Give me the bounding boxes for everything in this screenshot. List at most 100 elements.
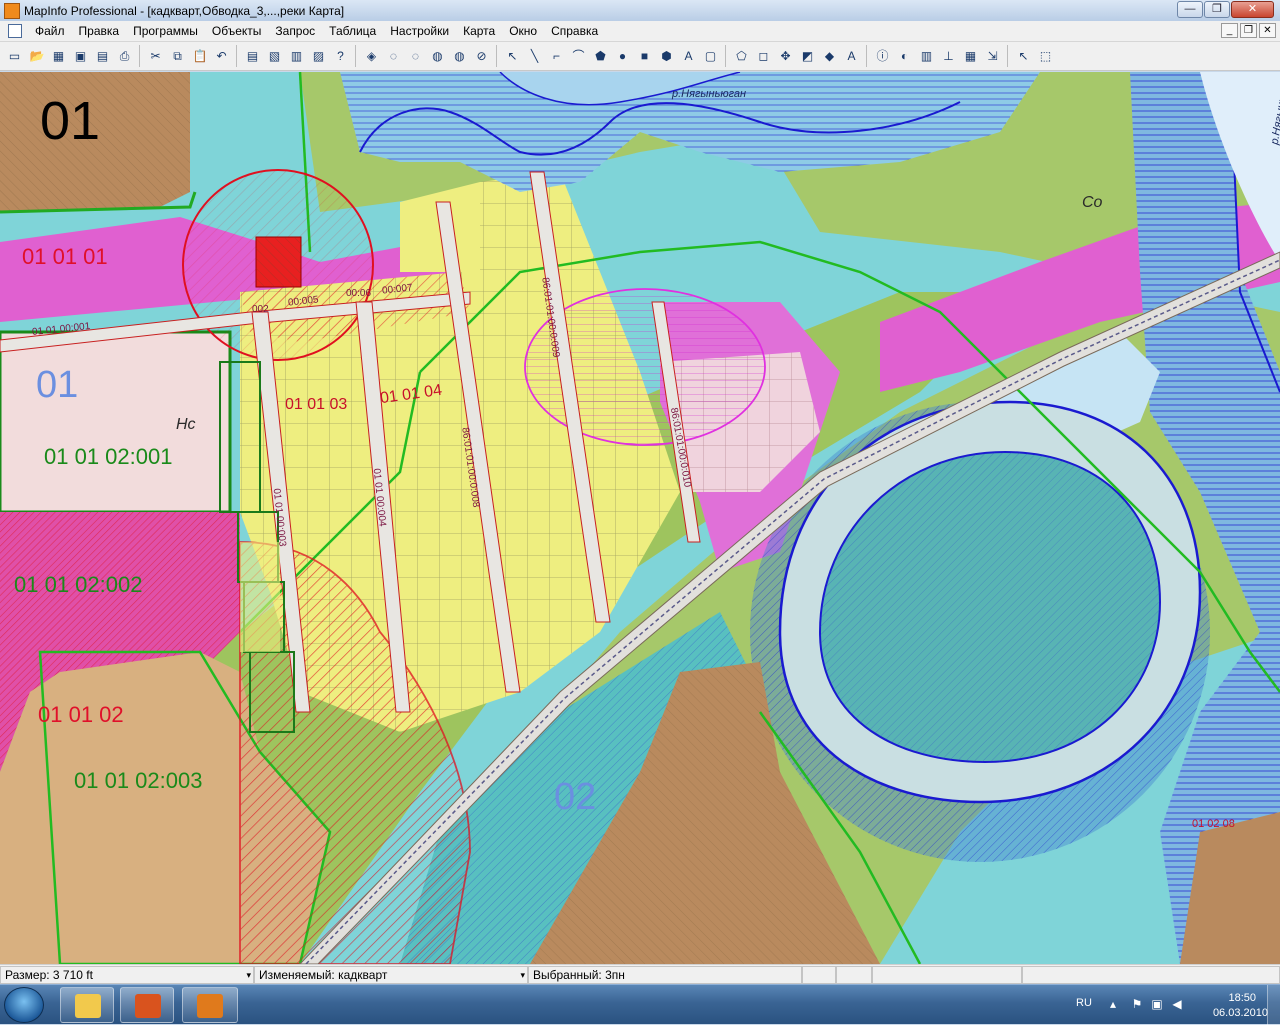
label-river-1: р.Нягыньюган bbox=[672, 88, 747, 100]
language-indicator[interactable]: RU bbox=[1076, 997, 1092, 1009]
taskbar-explorer[interactable] bbox=[60, 987, 114, 1023]
status-selected[interactable]: Выбранный: 3пн bbox=[528, 966, 802, 984]
system-tray: RU ▴ ⚑ ▣ ◀ 18:50 06.03.2010 bbox=[1050, 985, 1280, 1025]
open-table-button[interactable]: ▦ bbox=[48, 45, 69, 67]
layer-control-button[interactable]: ◈ bbox=[361, 45, 382, 67]
menu-objects[interactable]: Объекты bbox=[205, 21, 269, 41]
print-button[interactable]: ⎙ bbox=[114, 45, 135, 67]
info-tool-button[interactable]: ⓘ bbox=[872, 45, 893, 67]
ruler-button[interactable]: ⊥ bbox=[938, 45, 959, 67]
rounded-rect-button[interactable]: ⬢ bbox=[656, 45, 677, 67]
globe-button[interactable]: ◍ bbox=[427, 45, 448, 67]
text-style-button[interactable]: A bbox=[841, 45, 862, 67]
menu-tools[interactable]: Программы bbox=[126, 21, 205, 41]
graph-button[interactable]: ▥ bbox=[286, 45, 307, 67]
tray-expand-icon[interactable]: ▴ bbox=[1106, 997, 1120, 1011]
region-style-icon: ◩ bbox=[801, 49, 814, 63]
cut-button[interactable]: ✂ bbox=[145, 45, 166, 67]
ellipse-button[interactable]: ● bbox=[612, 45, 633, 67]
disabled-tool-2-button[interactable]: ◌ bbox=[405, 45, 426, 67]
rectangle-button[interactable]: ■ bbox=[634, 45, 655, 67]
region-style-button[interactable]: ◩ bbox=[797, 45, 818, 67]
network-icon[interactable]: ▣ bbox=[1150, 997, 1164, 1011]
drag-window-button[interactable]: ✥ bbox=[775, 45, 796, 67]
help-pointer-button[interactable]: ? bbox=[330, 45, 351, 67]
flag-icon[interactable]: ⚑ bbox=[1130, 997, 1144, 1011]
disabled-tool-3-button[interactable]: ⊘ bbox=[471, 45, 492, 67]
label-terrain-hc: Нс bbox=[176, 416, 196, 433]
menu-window[interactable]: Окно bbox=[502, 21, 544, 41]
close-button[interactable]: ✕ bbox=[1231, 1, 1274, 18]
taskbar: RU ▴ ⚑ ▣ ◀ 18:50 06.03.2010 bbox=[0, 984, 1280, 1025]
statistics-icon: ▥ bbox=[920, 49, 933, 63]
window-title: MapInfo Professional - [кадкварт,Обводка… bbox=[24, 3, 345, 18]
text-style-icon: A bbox=[847, 49, 856, 63]
layout-button[interactable]: ▨ bbox=[308, 45, 329, 67]
line-button[interactable]: ╲ bbox=[524, 45, 545, 67]
paste-button[interactable]: 📋 bbox=[189, 45, 210, 67]
open-button[interactable]: 📂 bbox=[26, 45, 47, 67]
status-size[interactable]: Размер: 3 710 ft ▾ bbox=[0, 966, 254, 984]
add-node-button[interactable]: ◻ bbox=[753, 45, 774, 67]
reshape-button[interactable]: ⬠ bbox=[731, 45, 752, 67]
label-road-002: 002 bbox=[252, 304, 269, 315]
browser-button[interactable]: ▤ bbox=[242, 45, 263, 67]
mapinfo-app-icon[interactable] bbox=[4, 2, 20, 19]
symbol-style-button[interactable]: ◆ bbox=[819, 45, 840, 67]
mdi-minimize-button[interactable]: _ bbox=[1221, 23, 1238, 38]
menu-table[interactable]: Таблица bbox=[322, 21, 383, 41]
menu-file[interactable]: Файл bbox=[28, 21, 72, 41]
folder-icon bbox=[75, 994, 101, 1018]
marquee-select-button[interactable]: ⬚ bbox=[1035, 45, 1056, 67]
browser-icon: ▤ bbox=[246, 49, 259, 63]
globe-refresh-button[interactable]: ◍ bbox=[449, 45, 470, 67]
mdi-restore-button[interactable]: ❐ bbox=[1240, 23, 1257, 38]
copy-button[interactable]: ⧉ bbox=[167, 45, 188, 67]
minimize-button[interactable]: — bbox=[1177, 1, 1203, 18]
save-copy-button[interactable]: ▤ bbox=[92, 45, 113, 67]
new-button[interactable]: ▭ bbox=[4, 45, 25, 67]
reshape-icon: ⬠ bbox=[736, 49, 747, 63]
menu-query[interactable]: Запрос bbox=[268, 21, 322, 41]
menu-help[interactable]: Справка bbox=[544, 21, 605, 41]
menu-options[interactable]: Настройки bbox=[383, 21, 456, 41]
map-window[interactable]: 01 01 02 01 01 01 01 01 02:001 01 01 02:… bbox=[0, 72, 1280, 964]
status-selected-text: Выбранный: 3пн bbox=[533, 968, 625, 982]
start-button[interactable] bbox=[4, 987, 44, 1023]
show-desktop-button[interactable] bbox=[1267, 985, 1280, 1025]
volume-icon[interactable]: ◀ bbox=[1170, 997, 1184, 1011]
select-button[interactable]: ↖ bbox=[1013, 45, 1034, 67]
label-q-01-01-03: 01 01 03 bbox=[285, 396, 348, 413]
color-palette-icon: ▦ bbox=[964, 49, 977, 63]
text-tool-button[interactable]: A bbox=[678, 45, 699, 67]
mdi-close-button[interactable]: ✕ bbox=[1259, 23, 1276, 38]
status-editable-dropdown-icon: ▾ bbox=[520, 970, 525, 980]
text-tool-icon: A bbox=[684, 49, 693, 63]
menu-edit[interactable]: Правка bbox=[72, 21, 127, 41]
save-button[interactable]: ▣ bbox=[70, 45, 91, 67]
polyline-button[interactable]: ⌐ bbox=[546, 45, 567, 67]
color-palette-button[interactable]: ▦ bbox=[960, 45, 981, 67]
statistics-button[interactable]: ▥ bbox=[916, 45, 937, 67]
label-q-01-01-02-002: 01 01 02:002 bbox=[14, 572, 143, 597]
document-window-icon[interactable] bbox=[8, 24, 22, 38]
polygon-button[interactable]: ⬟ bbox=[590, 45, 611, 67]
title-bar: MapInfo Professional - [кадкварт,Обводка… bbox=[0, 0, 1280, 22]
label-q-01-01-02-001: 01 01 02:001 bbox=[44, 444, 173, 469]
clock-time[interactable]: 18:50 bbox=[1228, 992, 1256, 1004]
maximize-button[interactable]: ❐ bbox=[1204, 1, 1230, 18]
frame-button[interactable]: ▢ bbox=[700, 45, 721, 67]
menu-map[interactable]: Карта bbox=[456, 21, 502, 41]
export-button[interactable]: ⇲ bbox=[982, 45, 1003, 67]
disabled-tool-1-button[interactable]: ◌ bbox=[383, 45, 404, 67]
map-window-button[interactable]: ▧ bbox=[264, 45, 285, 67]
save-icon: ▣ bbox=[74, 49, 87, 63]
status-editable[interactable]: Изменяемый: кадкварт ▾ bbox=[254, 966, 528, 984]
taskbar-powerpoint[interactable] bbox=[120, 987, 174, 1023]
clock-date[interactable]: 06.03.2010 bbox=[1213, 1007, 1268, 1019]
select-arrow-button[interactable]: ↖ bbox=[502, 45, 523, 67]
legend-button[interactable]: ◐ bbox=[894, 45, 915, 67]
arc-button[interactable]: ⌒ bbox=[568, 45, 589, 67]
taskbar-mapinfo[interactable] bbox=[182, 987, 238, 1023]
undo-button[interactable]: ↶ bbox=[211, 45, 232, 67]
